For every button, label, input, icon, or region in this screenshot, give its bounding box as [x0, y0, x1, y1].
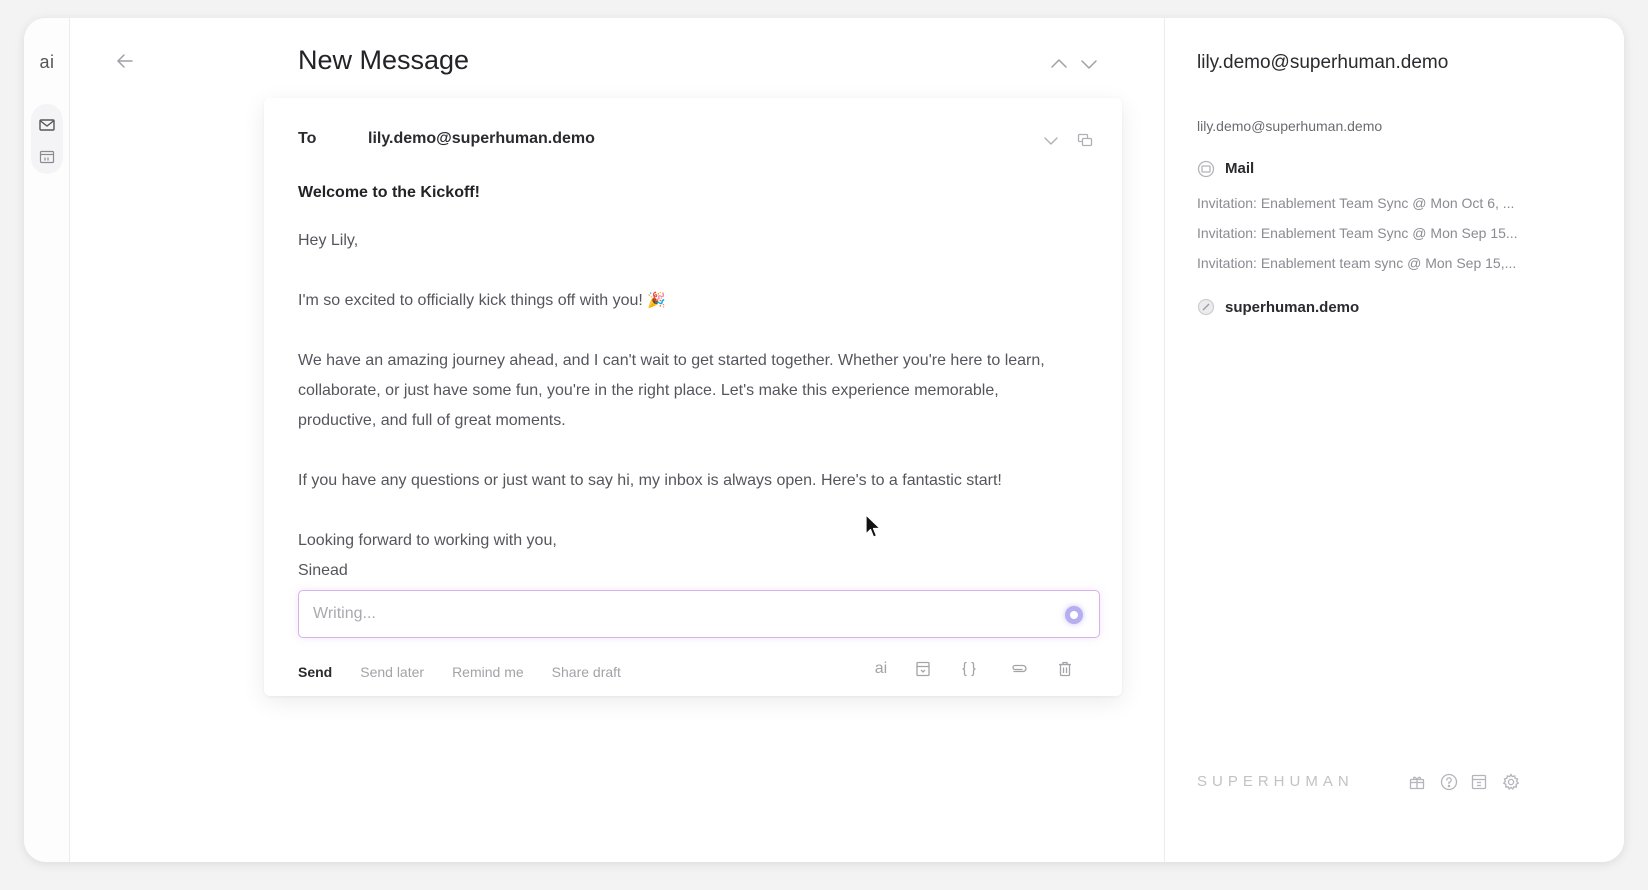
ai-rail-button[interactable]: ai	[24, 52, 70, 73]
send-button[interactable]: Send	[298, 664, 332, 680]
calendar-icon[interactable]	[38, 148, 56, 166]
chevron-down-icon[interactable]	[1079, 54, 1099, 74]
page-title: New Message	[298, 45, 470, 75]
trash-icon[interactable]	[1054, 658, 1076, 680]
body-greeting: Hey Lily,	[298, 232, 359, 249]
to-field[interactable]: lily.demo@superhuman.demo	[368, 130, 595, 148]
list-item[interactable]: Invitation: Enablement Team Sync @ Mon O…	[1197, 188, 1537, 218]
ai-status-indicator-icon	[1065, 606, 1083, 624]
mail-section-icon	[1197, 160, 1215, 178]
attachment-icon[interactable]	[1008, 658, 1030, 680]
mail-section-label: Mail	[1225, 160, 1255, 177]
contact-panel: lily.demo@superhuman.demo lily.demo@supe…	[1164, 18, 1624, 862]
archive-icon[interactable]	[912, 658, 934, 680]
rail-app-group	[31, 104, 63, 174]
remind-me-button[interactable]: Remind me	[452, 664, 524, 680]
ai-tool-button[interactable]: ai	[870, 658, 892, 680]
ai-writing-input[interactable]: Writing...	[298, 590, 1100, 638]
compose-card: To lily.demo@superhuman.demo Welcome to …	[264, 98, 1122, 696]
body-closing: Looking forward to working with you,	[298, 532, 557, 549]
link-icon	[1197, 298, 1215, 316]
panel-footer-tools	[1407, 772, 1607, 794]
help-icon[interactable]	[1439, 772, 1459, 792]
compose-actions: Send Send later Remind me Share draft	[298, 664, 649, 680]
ai-writing-placeholder: Writing...	[313, 605, 376, 622]
to-label: To	[298, 130, 317, 147]
chevron-up-icon[interactable]	[1049, 54, 1069, 74]
subject-field[interactable]: Welcome to the Kickoff!	[298, 184, 480, 202]
gear-icon[interactable]	[1501, 772, 1521, 792]
message-body[interactable]: Hey Lily, I'm so excited to officially k…	[298, 226, 1078, 586]
contact-name: lily.demo@superhuman.demo	[1197, 52, 1449, 73]
brand-logo: SUPERHUMAN	[1197, 773, 1354, 790]
body-paragraph-2: We have an amazing journey ahead, and I …	[298, 352, 1045, 429]
mouse-cursor-icon	[864, 514, 882, 540]
app-window: ai New Message To lily.demo@superhuman.d…	[24, 18, 1624, 862]
party-popper-icon: 🎉	[647, 292, 666, 309]
mail-icon[interactable]	[38, 116, 56, 134]
gift-icon[interactable]	[1407, 772, 1427, 792]
contact-email[interactable]: lily.demo@superhuman.demo	[1197, 118, 1382, 134]
body-paragraph-3: If you have any questions or just want t…	[298, 472, 1002, 489]
message-nav	[1049, 54, 1099, 74]
back-arrow-icon[interactable]	[114, 50, 136, 72]
recent-mail-list: Invitation: Enablement Team Sync @ Mon O…	[1197, 188, 1537, 278]
share-draft-button[interactable]: Share draft	[552, 664, 621, 680]
calendar-grid-icon[interactable]	[1469, 772, 1489, 792]
body-line1: I'm so excited to officially kick things…	[298, 292, 666, 309]
snippets-braces-icon[interactable]	[958, 658, 980, 680]
list-item[interactable]: Invitation: Enablement team sync @ Mon S…	[1197, 248, 1537, 278]
domain-link[interactable]: superhuman.demo	[1225, 299, 1359, 316]
send-later-button[interactable]: Send later	[360, 664, 424, 680]
list-item[interactable]: Invitation: Enablement Team Sync @ Mon S…	[1197, 218, 1537, 248]
body-signature: Sinead	[298, 562, 348, 579]
recipients-expand-chevron-icon[interactable]	[1042, 132, 1060, 150]
popout-icon[interactable]	[1076, 131, 1094, 149]
left-rail: ai	[24, 18, 70, 862]
